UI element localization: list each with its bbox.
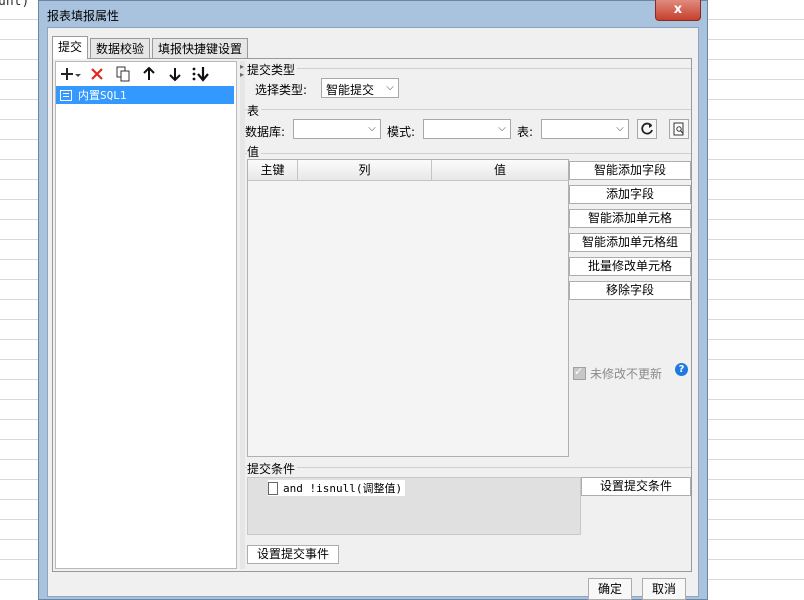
sql-item-icon: [60, 89, 72, 101]
submit-type-group-label: 提交类型: [247, 61, 298, 78]
condition-group-label: 提交条件: [247, 460, 298, 477]
close-button[interactable]: x: [655, 0, 701, 21]
field-mapping-table[interactable]: 主键 列 值: [247, 159, 569, 457]
column-header-column[interactable]: 列: [298, 160, 432, 180]
tab-shortcut-settings[interactable]: 填报快捷键设置: [152, 38, 249, 59]
smart-add-cell-button[interactable]: 智能添加单元格: [569, 209, 691, 228]
condition-list[interactable]: and !isnull(调整值): [247, 477, 581, 535]
titlebar[interactable]: 报表填报属性 x: [39, 0, 707, 27]
tab-submit[interactable]: 提交: [52, 36, 89, 59]
table-divider: [245, 109, 691, 110]
submit-settings-pane: 提交类型 选择类型: 智能提交 ⌵ 表 数据库: ⌵ 模式: ⌵ 表: ⌵ 值 …: [245, 59, 691, 571]
condition-text: and !isnull(调整值): [283, 482, 403, 495]
refresh-icon: [641, 122, 653, 135]
remove-field-button[interactable]: 移除字段: [569, 281, 691, 300]
schema-select[interactable]: ⌵: [423, 119, 511, 139]
help-icon[interactable]: ?: [675, 363, 688, 376]
list-toolbar: [56, 62, 236, 86]
move-up-icon[interactable]: [138, 64, 160, 84]
list-item-label: 内置SQL1: [78, 89, 127, 102]
move-down-icon[interactable]: [164, 64, 186, 84]
dialog-title: 报表填报属性: [47, 9, 120, 23]
table-header: 主键 列 值: [248, 160, 568, 181]
tab-bar: 提交 数据校验 填报快捷键设置: [52, 36, 250, 59]
submit-type-select[interactable]: 智能提交 ⌵: [321, 78, 399, 98]
add-icon[interactable]: [60, 64, 82, 84]
submit-type-value: 智能提交: [326, 83, 375, 97]
preview-table-button[interactable]: [669, 119, 689, 139]
delete-icon[interactable]: [86, 64, 108, 84]
smart-add-field-button[interactable]: 智能添加字段: [569, 161, 691, 180]
dialog-client: 提交 数据校验 填报快捷键设置 内置SQL1 ▸ ▸ 提交类型 选择类型: 智能…: [47, 27, 699, 600]
skip-unmodified-label: 未修改不更新: [590, 367, 663, 381]
table-select[interactable]: ⌵: [541, 119, 629, 139]
database-select[interactable]: ⌵: [293, 119, 381, 139]
database-label: 数据库:: [245, 125, 286, 139]
chevron-down-icon: ⌵: [368, 123, 376, 134]
submit-tab-panel: 内置SQL1 ▸ ▸ 提交类型 选择类型: 智能提交 ⌵ 表 数据库: ⌵ 模式…: [52, 58, 692, 572]
copy-icon[interactable]: [112, 64, 134, 84]
document-icon: [268, 481, 278, 495]
table-group-label: 表: [247, 102, 262, 119]
condition-divider: [245, 467, 691, 468]
batch-modify-cells-button[interactable]: 批量修改单元格: [569, 257, 691, 276]
report-fill-properties-dialog: 报表填报属性 x 提交 数据校验 填报快捷键设置 内置SQL1 ▸ ▸ 提交类型…: [38, 0, 708, 600]
table-label: 表:: [517, 125, 534, 139]
column-header-value[interactable]: 值: [432, 160, 568, 180]
refresh-button[interactable]: [637, 119, 657, 139]
column-header-primary-key[interactable]: 主键: [248, 160, 298, 180]
move-bottom-icon[interactable]: [190, 64, 212, 84]
background-cell-text: unt): [0, 0, 30, 9]
skip-unmodified-checkbox[interactable]: 未修改不更新: [573, 365, 662, 382]
values-group-label: 值: [247, 143, 262, 160]
ok-button[interactable]: 确定: [588, 578, 632, 600]
collapse-arrows-icon[interactable]: ▸ ▸: [240, 63, 244, 79]
cancel-button[interactable]: 取消: [642, 578, 686, 600]
chevron-down-icon: ⌵: [616, 123, 624, 134]
set-submit-condition-button[interactable]: 设置提交条件: [581, 477, 691, 496]
list-item-builtin-sql1[interactable]: 内置SQL1: [56, 86, 234, 104]
submit-type-label: 选择类型:: [255, 83, 308, 97]
smart-add-cell-group-button[interactable]: 智能添加单元格组: [569, 233, 691, 252]
preview-icon: [673, 122, 684, 136]
set-submit-event-button[interactable]: 设置提交事件: [247, 545, 339, 564]
values-divider: [245, 153, 691, 154]
submit-type-divider: [245, 68, 691, 69]
add-field-button[interactable]: 添加字段: [569, 185, 691, 204]
schema-label: 模式:: [387, 125, 416, 139]
chevron-down-icon: ⌵: [498, 123, 506, 134]
submit-list-pane: 内置SQL1: [55, 61, 237, 569]
condition-item[interactable]: and !isnull(调整值): [268, 480, 406, 496]
tab-data-validation[interactable]: 数据校验: [90, 38, 151, 59]
chevron-down-icon: ⌵: [386, 82, 394, 93]
checkbox-icon[interactable]: [573, 365, 586, 380]
